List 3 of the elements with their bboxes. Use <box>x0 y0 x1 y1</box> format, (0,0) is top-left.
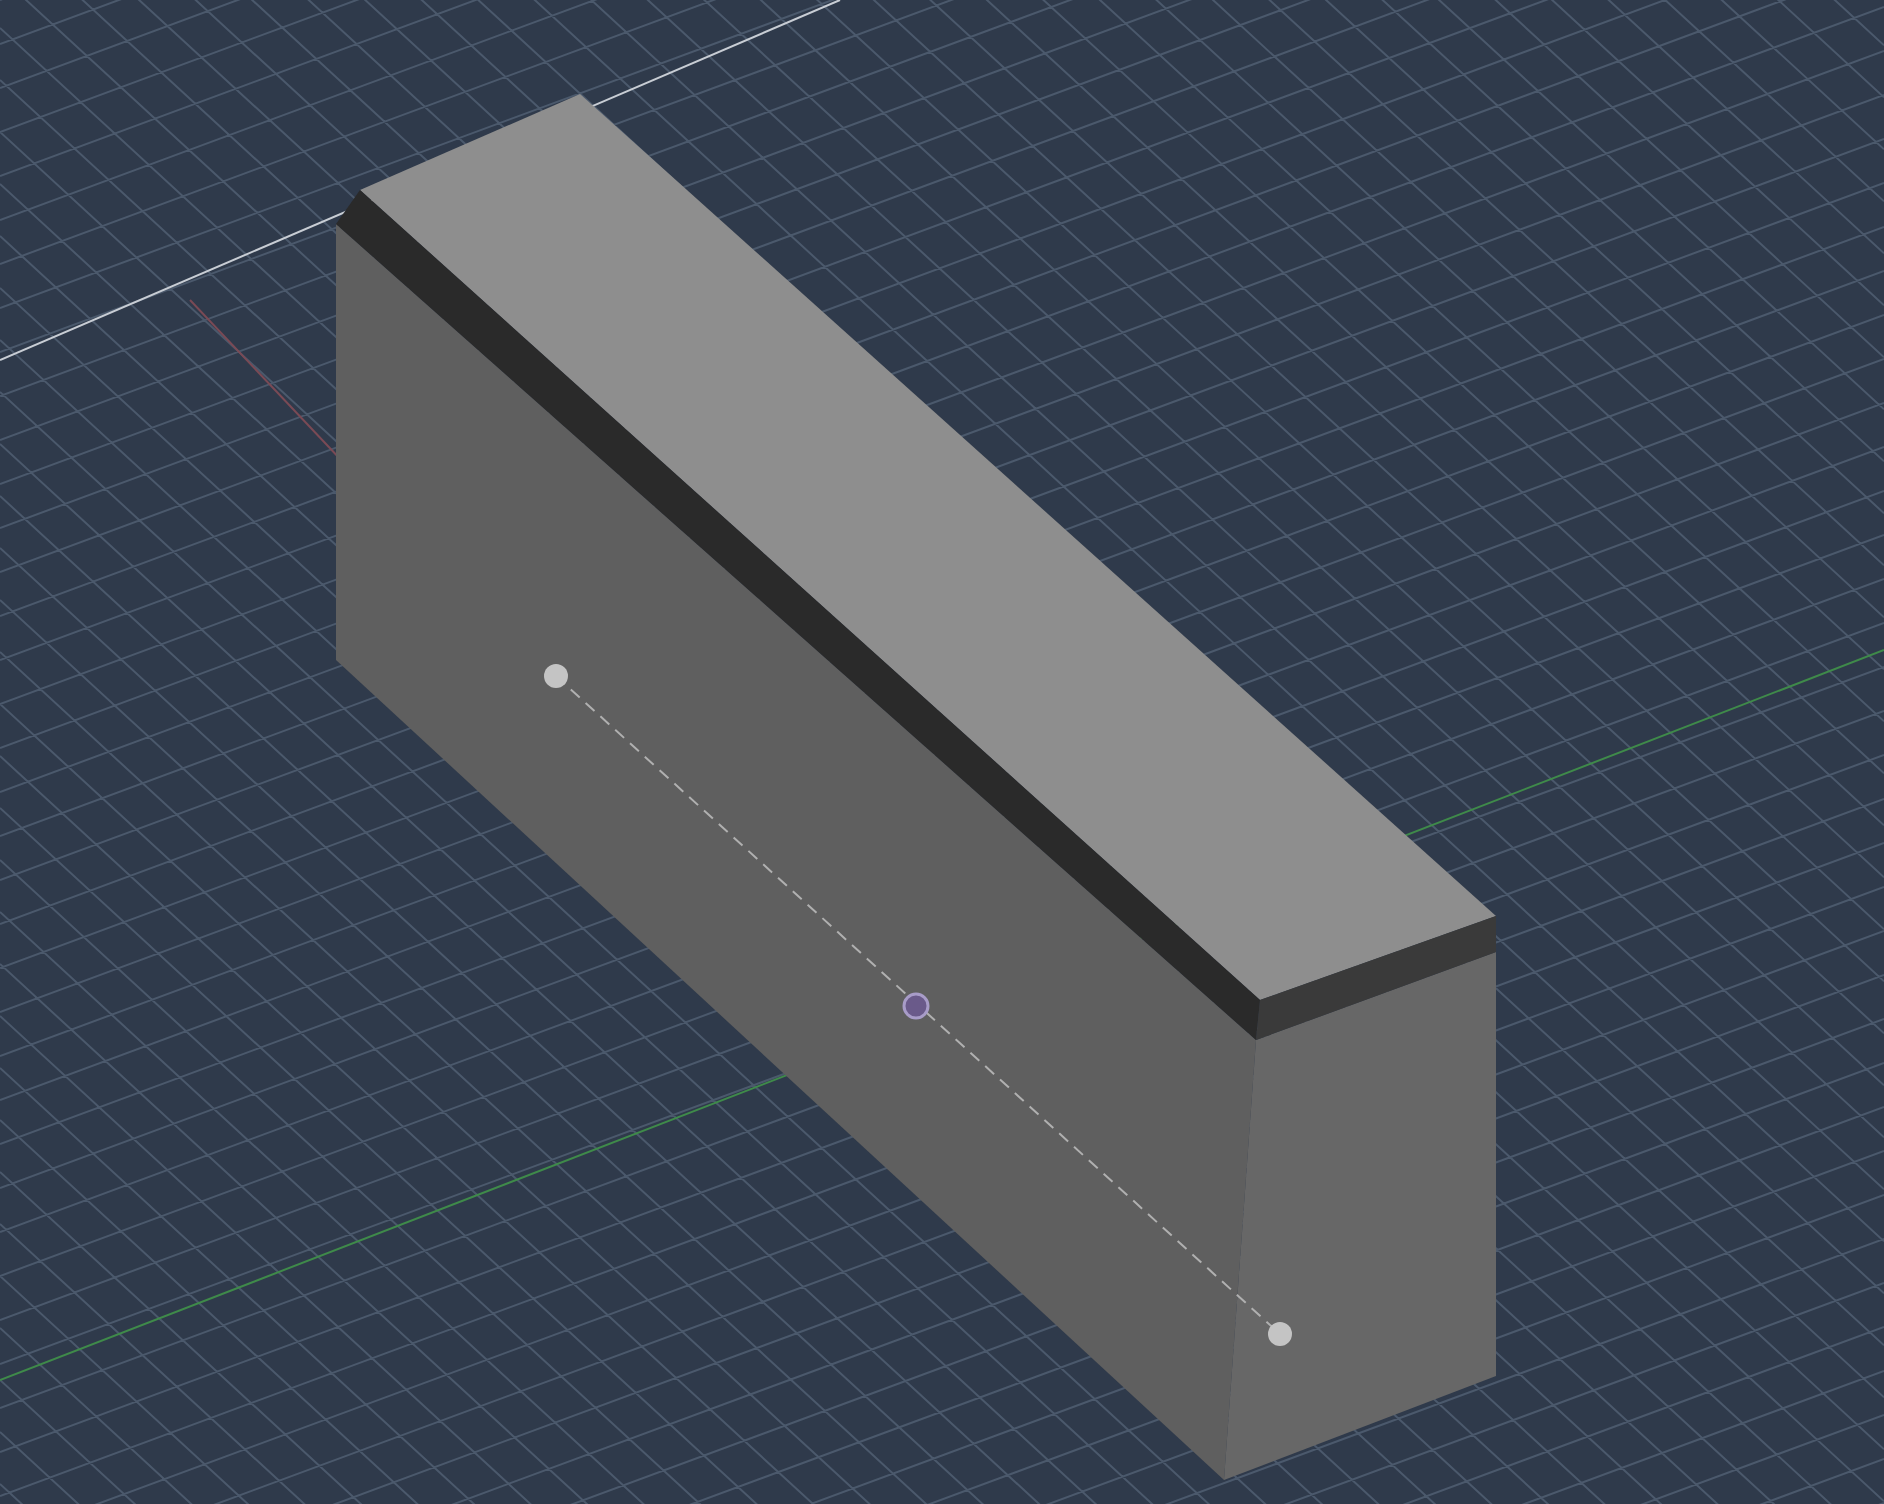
grip-handle[interactable] <box>544 664 568 688</box>
grip-handle[interactable] <box>1268 1322 1292 1346</box>
grip-handle[interactable] <box>902 992 930 1020</box>
